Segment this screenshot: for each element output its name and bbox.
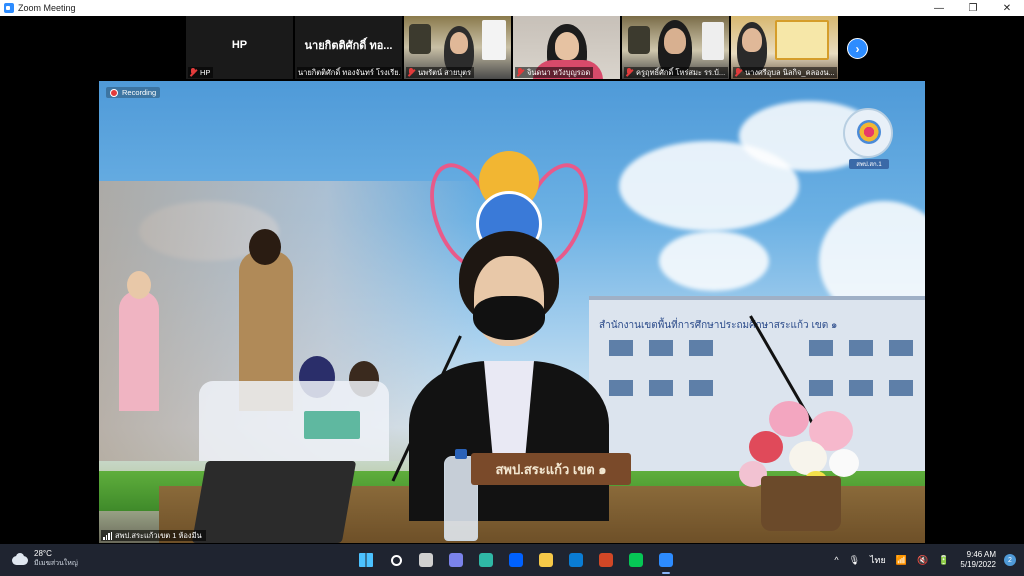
notification-badge[interactable]: 2 [1004, 554, 1016, 566]
building-sign: สำนักงานเขตพื้นที่การศึกษาประถมศึกษาสระแ… [599, 320, 838, 331]
participant-label: HP [188, 67, 214, 78]
participant-label: นางศรีอุบล นิลกิจ_คลองน... [733, 67, 837, 78]
microphone-in-use-icon[interactable]: 🎙 [849, 555, 860, 566]
participant-label: นายกิตติศักดิ์ ทองจันทร์ โรงเรีย... [297, 67, 401, 78]
flower-arrangement [729, 381, 889, 491]
participant-tile[interactable]: นายกิตติศักดิ์ ทอ... นายกิตติศักดิ์ ทองจ… [295, 16, 402, 79]
chat-icon-glyph [449, 553, 463, 567]
participant-label: ครูฤทธิ์ศักดิ์ โหร่สมะ รร.บ้... [624, 67, 728, 78]
mic-muted-icon [189, 68, 197, 77]
input-language-indicator[interactable]: ไทย [870, 553, 886, 567]
search-icon-glyph [390, 554, 402, 566]
desk-nameplate: สพป.สระแก้ว เขต ๑ [471, 453, 631, 485]
zoom-icon-glyph [659, 553, 673, 567]
windows-start-icon[interactable] [354, 548, 378, 572]
battery-icon[interactable]: 🔋 [938, 555, 949, 566]
volume-muted-icon[interactable]: 🔇 [917, 555, 928, 566]
clock-date: 5/19/2022 [960, 560, 996, 569]
mic-muted-icon [407, 68, 415, 77]
face-mask [473, 296, 545, 340]
next-page-button[interactable]: › [847, 38, 868, 59]
channel-badge-logo [843, 108, 893, 158]
participant-tile[interactable]: นพรัตน์ สายบุตร [404, 16, 511, 79]
participant-strip: HP HP นายกิตติศักดิ์ ทอ... นายกิตติศักดิ… [186, 16, 838, 79]
task-view-icon[interactable] [414, 548, 438, 572]
recording-label: Recording [122, 88, 157, 97]
participant-display-name: HP [231, 38, 248, 51]
window-controls: — ❐ ✕ [922, 0, 1024, 16]
mic-muted-icon [734, 68, 742, 77]
flower-basket [761, 476, 841, 531]
mic-muted-icon [625, 68, 633, 77]
speaker-label: สพป.สระแก้วเขต 1 ห้องมีน [101, 530, 206, 541]
participant-name: ครูฤทธิ์ศักดิ์ โหร่สมะ รร.บ้... [636, 67, 726, 77]
windows-taskbar: 28°C มีเมฆส่วนใหญ่ ^ 🎙 ไทย 📶 🔇 🔋 9:46 AM… [0, 544, 1024, 576]
speaker-name: สพป.สระแก้วเขต 1 ห้องมีน [115, 530, 202, 540]
close-button[interactable]: ✕ [990, 0, 1024, 16]
line-icon[interactable] [624, 548, 648, 572]
zoom-app-icon [4, 3, 14, 13]
wifi-icon[interactable]: 📶 [896, 555, 907, 566]
participant-tile[interactable]: HP HP [186, 16, 293, 79]
laptop [191, 461, 357, 543]
weather-widget[interactable]: 28°C มีเมฆส่วนใหญ่ [12, 549, 78, 569]
weather-description: มีเมฆส่วนใหญ่ [34, 560, 78, 567]
mail-icon-glyph [569, 553, 583, 567]
system-tray: ^ 🎙 ไทย 📶 🔇 🔋 9:46 AM 5/19/2022 2 [829, 544, 1024, 576]
weather-temperature: 28°C [34, 549, 52, 558]
mail-icon[interactable] [564, 548, 588, 572]
task-view-icon-glyph [419, 553, 433, 567]
search-icon[interactable] [384, 548, 408, 572]
minimize-button[interactable]: — [922, 0, 956, 16]
restore-button[interactable]: ❐ [956, 0, 990, 16]
clock-time: 9:46 AM [966, 550, 996, 559]
active-speaker-video: สำนักงานเขตพื้นที่การศึกษาประถมศึกษาสระแ… [99, 81, 925, 543]
window-title: Zoom Meeting [18, 3, 76, 13]
meeting-area: HP HP นายกิตติศักดิ์ ทอ... นายกิตติศักดิ… [0, 16, 1024, 544]
participant-name: นางศรีอุบล นิลกิจ_คลองน... [745, 67, 835, 77]
signal-strength-icon [103, 531, 112, 540]
cloudy-weather-icon [12, 553, 28, 565]
recording-icon [110, 88, 118, 97]
taskbar-apps [354, 548, 678, 574]
line-icon-glyph [629, 553, 643, 567]
participant-label: จินดนา หวังบุญรอด [515, 67, 594, 78]
zoom-icon[interactable] [654, 548, 678, 574]
participant-name: นายกิตติศักดิ์ ทองจันทร์ โรงเรีย... [298, 67, 401, 77]
participant-label: นพรัตน์ สายบุตร [406, 67, 475, 78]
channel-badge-text: สพป.สก.1 [849, 159, 889, 169]
mic-muted-icon [516, 68, 524, 77]
participant-name: จินดนา หวังบุญรอด [527, 67, 591, 77]
dropbox-icon[interactable] [504, 548, 528, 572]
edge-icon[interactable] [474, 548, 498, 572]
recording-indicator: Recording [106, 87, 161, 98]
participant-tile[interactable]: นางศรีอุบล นิลกิจ_คลองน... [731, 16, 838, 79]
edge-icon-glyph [479, 553, 493, 567]
title-bar: Zoom Meeting — ❐ ✕ [0, 0, 1024, 16]
windows-start-icon-glyph [359, 553, 373, 567]
participant-name: HP [200, 68, 211, 77]
clock[interactable]: 9:46 AM 5/19/2022 [960, 550, 996, 570]
chat-icon[interactable] [444, 548, 468, 572]
file-explorer-icon-glyph [539, 553, 553, 567]
powerpoint-icon[interactable] [594, 548, 618, 572]
powerpoint-icon-glyph [599, 553, 613, 567]
tray-overflow-button[interactable]: ^ [834, 555, 838, 565]
participant-tile[interactable]: จินดนา หวังบุญรอด [513, 16, 620, 79]
dropbox-icon-glyph [509, 553, 523, 567]
participant-name: นพรัตน์ สายบุตร [418, 67, 472, 77]
participant-tile[interactable]: ครูฤทธิ์ศักดิ์ โหร่สมะ รร.บ้... [622, 16, 729, 79]
file-explorer-icon[interactable] [534, 548, 558, 572]
participant-display-name: นายกิตติศักดิ์ ทอ... [304, 39, 393, 52]
